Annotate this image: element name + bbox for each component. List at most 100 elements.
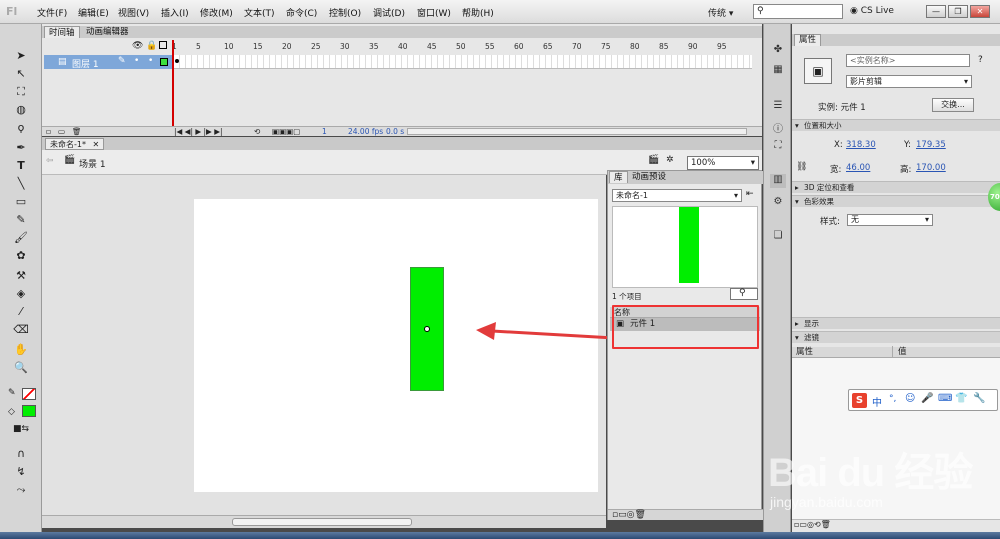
delete-layer-icon[interactable]: 🗑 bbox=[72, 127, 82, 136]
pin-icon[interactable]: ⇤ bbox=[746, 189, 754, 199]
symbol-type-select[interactable]: 影片剪辑 ▾ bbox=[846, 75, 972, 88]
straighten-icon[interactable]: ⤳ bbox=[12, 482, 30, 498]
library-document-select[interactable]: 未命名-1 ▾ bbox=[612, 189, 742, 202]
align-panel-icon[interactable]: ☰ bbox=[770, 100, 786, 114]
library-panel-icon[interactable]: ▥ bbox=[770, 174, 786, 188]
menu-commands[interactable]: 命令(C) bbox=[286, 6, 317, 19]
eraser-tool-icon[interactable]: ⌫ bbox=[12, 322, 30, 338]
selection-tool-icon[interactable]: ➤ bbox=[12, 48, 30, 64]
ime-tools[interactable]: 🔧 bbox=[973, 393, 985, 404]
edit-scene-icon[interactable]: 🎬 bbox=[648, 155, 659, 165]
ime-chinese-mode[interactable]: 中 bbox=[872, 394, 882, 409]
menu-view[interactable]: 视图(V) bbox=[118, 6, 149, 19]
zoom-tool-icon[interactable]: 🔍 bbox=[12, 360, 30, 376]
instance-name-input[interactable]: <实例名称> bbox=[846, 54, 970, 67]
color-style-select[interactable]: 无 ▾ bbox=[847, 214, 933, 226]
free-transform-tool-icon[interactable]: ⛶ bbox=[12, 84, 30, 100]
tab-motion-presets[interactable]: 动画预设 bbox=[628, 171, 670, 183]
paint-bucket-tool-icon[interactable]: ◈ bbox=[12, 286, 30, 302]
text-tool-icon[interactable]: T bbox=[12, 158, 30, 174]
registration-point[interactable] bbox=[424, 326, 430, 332]
lock-icon[interactable]: 🔒 bbox=[146, 41, 157, 51]
minimize-button[interactable]: — bbox=[926, 5, 946, 18]
ime-logo[interactable]: S bbox=[852, 393, 867, 408]
section-filters[interactable]: ▾ 滤镜 bbox=[792, 331, 1000, 343]
visible-dot-icon[interactable]: • bbox=[134, 56, 139, 66]
stage-hscrollbar[interactable] bbox=[42, 515, 606, 528]
ime-emoji[interactable]: ☺ bbox=[905, 393, 915, 404]
ime-punctuation[interactable]: °, bbox=[889, 394, 896, 404]
deco-tool-icon[interactable]: ✿ bbox=[12, 248, 30, 264]
help-icon[interactable]: ? bbox=[978, 55, 983, 65]
ime-keyboard[interactable]: ⌨ bbox=[938, 393, 952, 404]
width-value[interactable]: 46.00 bbox=[846, 163, 870, 173]
section-color-effect[interactable]: ▾ 色彩效果 bbox=[792, 195, 1000, 207]
document-tab[interactable]: 未命名-1* ✕ bbox=[45, 138, 105, 150]
pencil-tool-icon[interactable]: ✎ bbox=[12, 212, 30, 228]
height-value[interactable]: 170.00 bbox=[916, 163, 946, 173]
ime-skin[interactable]: 👕 bbox=[955, 393, 967, 404]
loop-icon[interactable]: ⟲ bbox=[254, 127, 260, 136]
back-arrow-icon[interactable]: ⇦ bbox=[46, 156, 54, 166]
menu-debug[interactable]: 调试(D) bbox=[373, 6, 405, 19]
keyframe-dot[interactable] bbox=[175, 59, 179, 63]
playhead[interactable] bbox=[172, 40, 174, 132]
subselection-tool-icon[interactable]: ↖ bbox=[12, 66, 30, 82]
timeline-hscrollbar[interactable] bbox=[407, 128, 747, 135]
eyedropper-tool-icon[interactable]: ⁄ bbox=[12, 304, 30, 320]
restore-button[interactable]: ❐ bbox=[948, 5, 968, 18]
swap-colors-icon[interactable]: ■⇆ bbox=[12, 421, 30, 437]
tab-properties[interactable]: 属性 bbox=[794, 34, 822, 46]
swatches-panel-icon[interactable]: ▦ bbox=[770, 64, 786, 78]
close-window-button[interactable]: ✕ bbox=[970, 5, 990, 18]
layer-row[interactable]: ▤ 图层 1 ✎ • • bbox=[44, 55, 174, 70]
frame-ruler[interactable]: 1 5 10 15 20 25 30 35 40 45 50 55 60 65 … bbox=[172, 40, 747, 52]
rectangle-tool-icon[interactable]: ▭ bbox=[12, 194, 30, 210]
swap-button[interactable]: 交换... bbox=[932, 98, 974, 112]
tab-library[interactable]: 库 bbox=[609, 171, 628, 183]
cs-live-button[interactable]: ◉ CS Live bbox=[850, 6, 894, 16]
new-layer-icon[interactable]: ▫ bbox=[46, 127, 51, 136]
menu-modify[interactable]: 修改(M) bbox=[200, 6, 233, 19]
components-panel-icon[interactable]: ⚙ bbox=[770, 196, 786, 210]
menu-insert[interactable]: 插入(I) bbox=[161, 6, 189, 19]
outline-color-swatch[interactable] bbox=[160, 58, 168, 66]
eye-icon[interactable]: 👁 bbox=[132, 41, 143, 51]
info-panel-icon[interactable]: ⓘ bbox=[770, 120, 786, 135]
scroll-thumb[interactable] bbox=[232, 518, 412, 526]
y-value[interactable]: 179.35 bbox=[916, 140, 946, 150]
bone-tool-icon[interactable]: ⚒ bbox=[12, 268, 30, 284]
x-value[interactable]: 318.30 bbox=[846, 140, 876, 150]
color-panel-icon[interactable]: ✤ bbox=[770, 44, 786, 58]
frames-row[interactable] bbox=[174, 55, 752, 69]
section-display[interactable]: ▸ 显示 bbox=[792, 317, 1000, 329]
help-search-input[interactable]: ⚲ bbox=[753, 4, 843, 19]
stroke-color-swatch[interactable] bbox=[22, 388, 36, 400]
onion-skin-icons[interactable]: ▣▣▣▢ bbox=[272, 127, 300, 136]
menu-window[interactable]: 窗口(W) bbox=[417, 6, 451, 19]
zoom-select[interactable]: 100% ▾ bbox=[687, 156, 759, 170]
line-tool-icon[interactable]: ╲ bbox=[12, 176, 30, 192]
menu-edit[interactable]: 编辑(E) bbox=[78, 6, 109, 19]
new-folder-icon[interactable]: ▭ bbox=[58, 127, 65, 136]
hand-tool-icon[interactable]: ✋ bbox=[12, 342, 30, 358]
filter-footer-icons[interactable]: ▫▭◎⟲🗑 bbox=[794, 520, 831, 529]
tab-timeline[interactable]: 时间轴 bbox=[44, 26, 80, 38]
transform-panel-icon[interactable]: ⛶ bbox=[770, 140, 786, 154]
lasso-tool-icon[interactable]: ϙ bbox=[12, 120, 30, 136]
workspace-switcher[interactable]: 传统 ▾ bbox=[708, 6, 733, 19]
ime-voice[interactable]: 🎤 bbox=[921, 393, 933, 404]
tab-motion-editor[interactable]: 动画编辑器 bbox=[82, 26, 133, 38]
section-position-size[interactable]: ▾ 位置和大小 bbox=[792, 119, 1000, 131]
close-tab-icon[interactable]: ✕ bbox=[93, 140, 100, 149]
new-symbol-icon[interactable]: ▫▭◎🗑 bbox=[612, 510, 646, 520]
menu-control[interactable]: 控制(O) bbox=[329, 6, 361, 19]
library-search-input[interactable]: ⚲ bbox=[730, 288, 758, 300]
outline-icon[interactable] bbox=[159, 41, 167, 49]
menu-file[interactable]: 文件(F) bbox=[37, 6, 67, 19]
playback-controls-icon[interactable]: |◀ ◀| ▶ |▶ ▶| bbox=[174, 127, 222, 136]
movie-clip-instance[interactable] bbox=[410, 267, 444, 391]
3d-rotation-tool-icon[interactable]: ◍ bbox=[12, 102, 30, 118]
frame-rate[interactable]: 24.00 fps bbox=[348, 127, 383, 136]
fill-color-swatch[interactable] bbox=[22, 405, 36, 417]
